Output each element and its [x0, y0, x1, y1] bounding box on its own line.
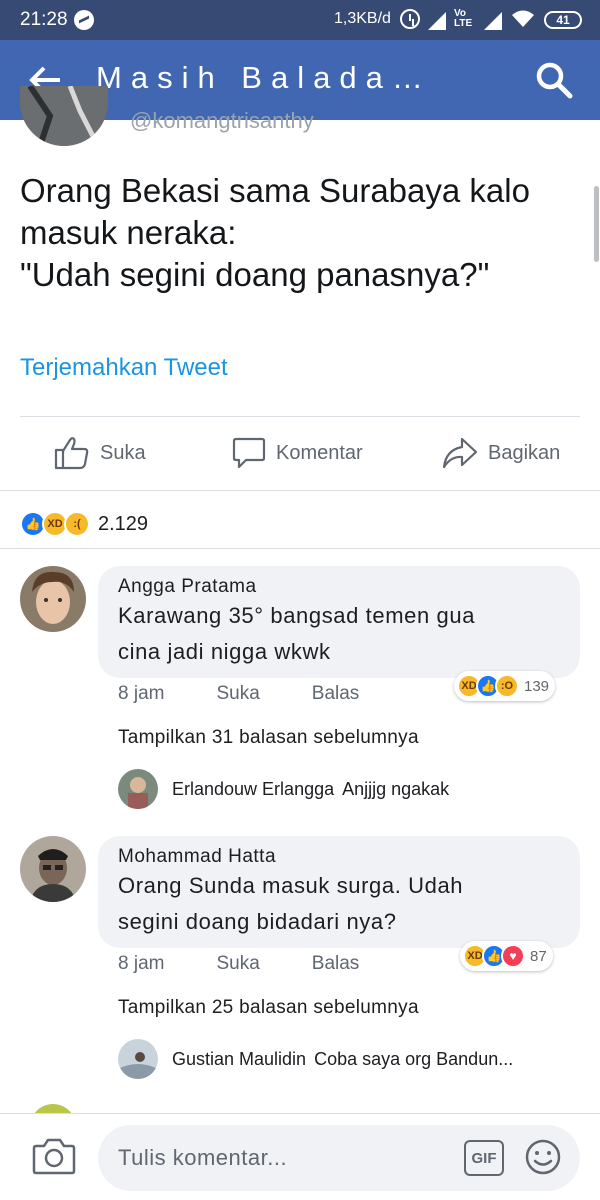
comment-icon	[232, 437, 266, 469]
show-more-replies[interactable]: Tampilkan 25 balasan sebelumnya	[118, 997, 419, 1019]
thumbs-up-icon	[54, 437, 89, 470]
comment-time: 8 jam	[118, 683, 165, 704]
comment-text: segini doang bidadari nya?	[118, 909, 397, 934]
comment-meta: 8 jam Suka Balas	[118, 953, 411, 975]
scrollbar[interactable]	[594, 186, 599, 262]
comment-bubble[interactable]: Mohammad Hatta Orang Sunda masuk surga. …	[98, 836, 580, 948]
translate-tweet-link[interactable]: Terjemahkan Tweet	[20, 354, 228, 382]
reply-text: Coba saya org Bandun...	[314, 1048, 514, 1069]
tweet-line: Orang Bekasi sama Surabaya kalo	[20, 172, 530, 209]
network-speed: 1,3KB/d	[334, 10, 391, 27]
tweet-avatar	[20, 86, 108, 146]
reply-text: Anjjjg ngakak	[342, 778, 450, 799]
avatar[interactable]	[118, 769, 158, 809]
wow-reaction-icon: :O	[495, 674, 519, 698]
status-bar: 21:28 1,3KB/d Vo LTE 41	[0, 0, 600, 40]
comment-like-button[interactable]: Suka	[216, 953, 259, 975]
comment-reply-button[interactable]: Balas	[312, 953, 360, 975]
reply-preview[interactable]: Gustian Maulidin Coba saya org Bandun...	[118, 1039, 513, 1079]
comment-author[interactable]: Mohammad Hatta	[118, 846, 560, 868]
comment-label: Komentar	[276, 441, 363, 464]
page-title: Masih Balada…	[96, 60, 432, 95]
tweet-handle: @komangtrisanthy	[130, 108, 314, 133]
comment-bubble[interactable]: Angga Pratama Karawang 35° bangsad temen…	[98, 566, 580, 678]
comment-reaction-count: 139	[524, 677, 550, 695]
like-label: Suka	[100, 441, 146, 464]
reply-author[interactable]: Gustian Maulidin	[172, 1049, 306, 1070]
comment-text: cina jadi nigga wkwk	[118, 639, 331, 664]
share-icon	[442, 437, 478, 469]
comment-reaction-count: 87	[530, 947, 547, 965]
like-button[interactable]: Suka	[54, 433, 146, 473]
comment-input[interactable]	[98, 1125, 580, 1191]
tweet-line: "Udah segini doang panasnya?"	[20, 256, 490, 293]
share-label: Bagikan	[488, 441, 561, 464]
battery-icon: 41	[544, 11, 582, 29]
tweet-text: Orang Bekasi sama Surabaya kalo masuk ne…	[20, 170, 586, 296]
comment-author[interactable]: Angga Pratama	[118, 576, 560, 598]
smiley-icon[interactable]	[524, 1138, 562, 1176]
sad-reaction-icon: :(	[64, 511, 90, 537]
avatar[interactable]	[20, 566, 86, 632]
signal-icon	[428, 12, 446, 30]
reply-author[interactable]: Erlandouw Erlangga	[172, 779, 334, 800]
reaction-summary[interactable]: 👍 XD :( 2.129	[20, 510, 148, 538]
comment-like-button[interactable]: Suka	[216, 683, 259, 705]
gif-button[interactable]: GIF	[464, 1140, 504, 1176]
comment-reactions[interactable]: XD 👍 ♥ 87	[460, 941, 553, 971]
volte-icon: Vo LTE	[454, 8, 473, 29]
wifi-icon	[512, 10, 534, 27]
avatar[interactable]	[20, 836, 86, 902]
love-reaction-icon: ♥	[501, 944, 525, 968]
tweet-line: masuk neraka:	[20, 214, 237, 251]
comment-meta: 8 jam Suka Balas	[118, 683, 411, 705]
signal-icon-2	[484, 12, 502, 30]
alarm-icon	[400, 9, 420, 29]
comment-reactions[interactable]: XD 👍 :O 139	[454, 671, 556, 701]
show-more-replies[interactable]: Tampilkan 31 balasan sebelumnya	[118, 727, 419, 749]
comment-reply-button[interactable]: Balas	[312, 683, 360, 705]
divider	[0, 490, 600, 491]
camera-icon[interactable]	[32, 1137, 76, 1175]
status-time: 21:28	[20, 9, 68, 30]
comment-text: Karawang 35° bangsad temen gua	[118, 603, 476, 628]
comment-button[interactable]: Komentar	[232, 433, 363, 473]
comment-text: Orang Sunda masuk surga. Udah	[118, 873, 464, 898]
reply-preview[interactable]: Erlandouw Erlangga Anjjjg ngakak	[118, 769, 449, 809]
comment-time: 8 jam	[118, 953, 165, 974]
divider	[0, 548, 600, 549]
avatar[interactable]	[118, 1039, 158, 1079]
messenger-icon	[74, 10, 94, 30]
share-button[interactable]: Bagikan	[442, 433, 560, 473]
reaction-count: 2.129	[98, 512, 149, 535]
divider	[20, 416, 580, 417]
search-icon[interactable]	[534, 60, 574, 100]
